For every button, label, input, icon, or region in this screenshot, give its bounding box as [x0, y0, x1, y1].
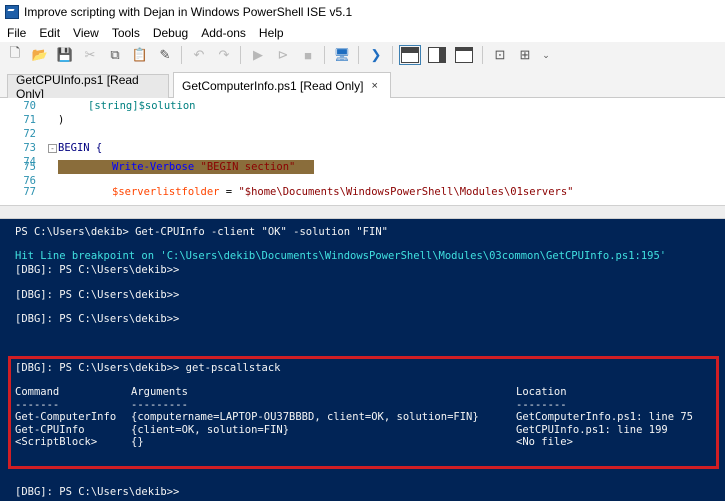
menu-edit[interactable]: Edit — [32, 26, 66, 40]
callstack-cell-command: <ScriptBlock> — [15, 436, 98, 448]
toolbar-separator — [358, 46, 359, 64]
new-file-icon[interactable]: 🗋 — [6, 45, 24, 64]
callstack-underline: --------- — [131, 399, 188, 411]
cut-icon[interactable]: ✂ — [81, 46, 99, 64]
code-line: $serverlistfolder = "$home\Documents\Win… — [112, 186, 573, 198]
callstack-cell-arguments: {computername=LAPTOP-OU37BBBD, client=OK… — [131, 411, 479, 423]
code-line: Write-Verbose "BEGIN section" — [112, 161, 295, 173]
callstack-cell-arguments: {client=OK, solution=FIN} — [131, 424, 290, 436]
code-string: "$home\Documents\WindowsPowerShell\Modul… — [238, 186, 574, 198]
line-number: 71 — [23, 114, 36, 126]
callstack-cell-command: Get-ComputerInfo — [15, 411, 117, 423]
paste-icon[interactable]: 📋 — [131, 46, 149, 64]
line-number: 75 — [23, 161, 36, 173]
toolbar-separator — [392, 46, 393, 64]
console-line: [DBG]: PS C:\Users\dekib>> — [15, 264, 180, 276]
toolbar-separator — [240, 46, 241, 64]
toolbar-separator — [482, 46, 483, 64]
tab-label: GetCPUInfo.ps1 [Read Only] — [16, 72, 139, 101]
clear-console-icon[interactable]: ✎ — [156, 46, 174, 64]
console-line: [DBG]: PS C:\Users\dekib>> — [15, 313, 180, 325]
remote-powershell-icon[interactable]: 🖥 — [333, 46, 351, 64]
code-line: [string]$solution — [88, 100, 196, 112]
line-number: 77 — [23, 186, 36, 198]
console-line: [DBG]: PS C:\Users\dekib>> — [15, 289, 180, 301]
layout-maximize-icon[interactable] — [455, 47, 473, 63]
code-line: BEGIN { — [58, 142, 103, 154]
tab-getcomputerinfo[interactable]: GetComputerInfo.ps1 [Read Only] × — [173, 72, 391, 99]
menu-view[interactable]: View — [66, 26, 105, 40]
powershell-ise-icon — [5, 5, 19, 19]
window-title: Improve scripting with Dejan in Windows … — [24, 5, 353, 19]
line-number: 73 — [23, 142, 36, 154]
callstack-cell-location: GetCPUInfo.ps1: line 199 — [516, 424, 668, 436]
callstack-cell-arguments: {} — [131, 436, 144, 448]
show-commands-icon[interactable]: ⊞ — [516, 46, 534, 64]
copy-icon[interactable]: ⧉ — [106, 46, 124, 64]
line-number: 72 — [23, 128, 36, 140]
console-prompt: [DBG]: PS C:\Users\dekib>> — [15, 486, 180, 498]
script-editor[interactable]: 70 [string]$solution 71 ) 72 73 - BEGIN … — [0, 98, 725, 205]
chevron-down-icon[interactable]: ⌄ — [541, 46, 551, 64]
close-icon[interactable]: × — [371, 80, 377, 92]
show-script-pane-icon[interactable]: ⊡ — [491, 46, 509, 64]
code-string: "BEGIN section" — [200, 161, 296, 173]
callstack-underline: ------- — [15, 399, 60, 411]
callstack-cell-location: <No file> — [516, 436, 573, 448]
line-number: 70 — [23, 100, 36, 112]
menu-bar: File Edit View Tools Debug Add-ons Help — [0, 24, 725, 42]
layout-top-icon[interactable] — [399, 45, 421, 65]
pane-splitter[interactable] — [0, 205, 725, 219]
console-pane[interactable]: PS C:\Users\dekib> Get-CPUInfo -client "… — [0, 219, 725, 501]
callstack-cell-command: Get-CPUInfo — [15, 424, 85, 436]
undo-icon[interactable]: ↶ — [190, 46, 208, 64]
run-selection-icon[interactable]: ⊳ — [274, 46, 292, 64]
powershell-console-icon[interactable]: ❯ — [367, 46, 385, 64]
callstack-cell-location: GetComputerInfo.ps1: line 75 — [516, 411, 694, 423]
tab-strip: GetCPUInfo.ps1 [Read Only] GetComputerIn… — [0, 68, 725, 101]
stop-icon[interactable]: ■ — [299, 46, 317, 64]
menu-addons[interactable]: Add-ons — [194, 26, 252, 40]
layout-right-icon[interactable] — [428, 47, 446, 63]
save-icon[interactable]: 💾 — [56, 46, 74, 64]
callstack-header-arguments: Arguments — [131, 386, 188, 398]
code-variable: $serverlistfolder — [112, 186, 220, 198]
menu-debug[interactable]: Debug — [146, 26, 194, 40]
toolbar: 🗋 📂 💾 ✂ ⧉ 📋 ✎ ↶ ↷ ▶ ⊳ ■ 🖥 ❯ ⊡ ⊞ ⌄ — [0, 42, 725, 68]
fold-toggle[interactable]: - — [48, 144, 57, 153]
tab-getcpuinfo[interactable]: GetCPUInfo.ps1 [Read Only] — [7, 72, 169, 101]
console-line: PS C:\Users\dekib> Get-CPUInfo -client "… — [15, 226, 388, 238]
title-bar: Improve scripting with Dejan in Windows … — [0, 0, 725, 24]
code-line: ) — [58, 114, 65, 126]
redo-icon[interactable]: ↷ — [215, 46, 233, 64]
callstack-underline: -------- — [516, 399, 567, 411]
code-operator: = — [219, 186, 239, 198]
tab-label: GetComputerInfo.ps1 [Read Only] — [182, 79, 364, 93]
toolbar-separator — [181, 46, 182, 64]
open-folder-icon[interactable]: 📂 — [31, 46, 49, 64]
toolbar-separator — [324, 46, 325, 64]
menu-file[interactable]: File — [0, 26, 32, 40]
callstack-header-command: Command — [15, 386, 60, 398]
console-breakpoint-message: Hit Line breakpoint on 'C:\Users\dekib\D… — [15, 250, 667, 262]
menu-tools[interactable]: Tools — [105, 26, 146, 40]
console-line: [DBG]: PS C:\Users\dekib>> get-pscallsta… — [15, 362, 281, 374]
code-command: Write-Verbose — [112, 161, 195, 173]
run-icon[interactable]: ▶ — [249, 46, 267, 64]
menu-help[interactable]: Help — [252, 26, 290, 40]
callstack-header-location: Location — [516, 386, 567, 398]
